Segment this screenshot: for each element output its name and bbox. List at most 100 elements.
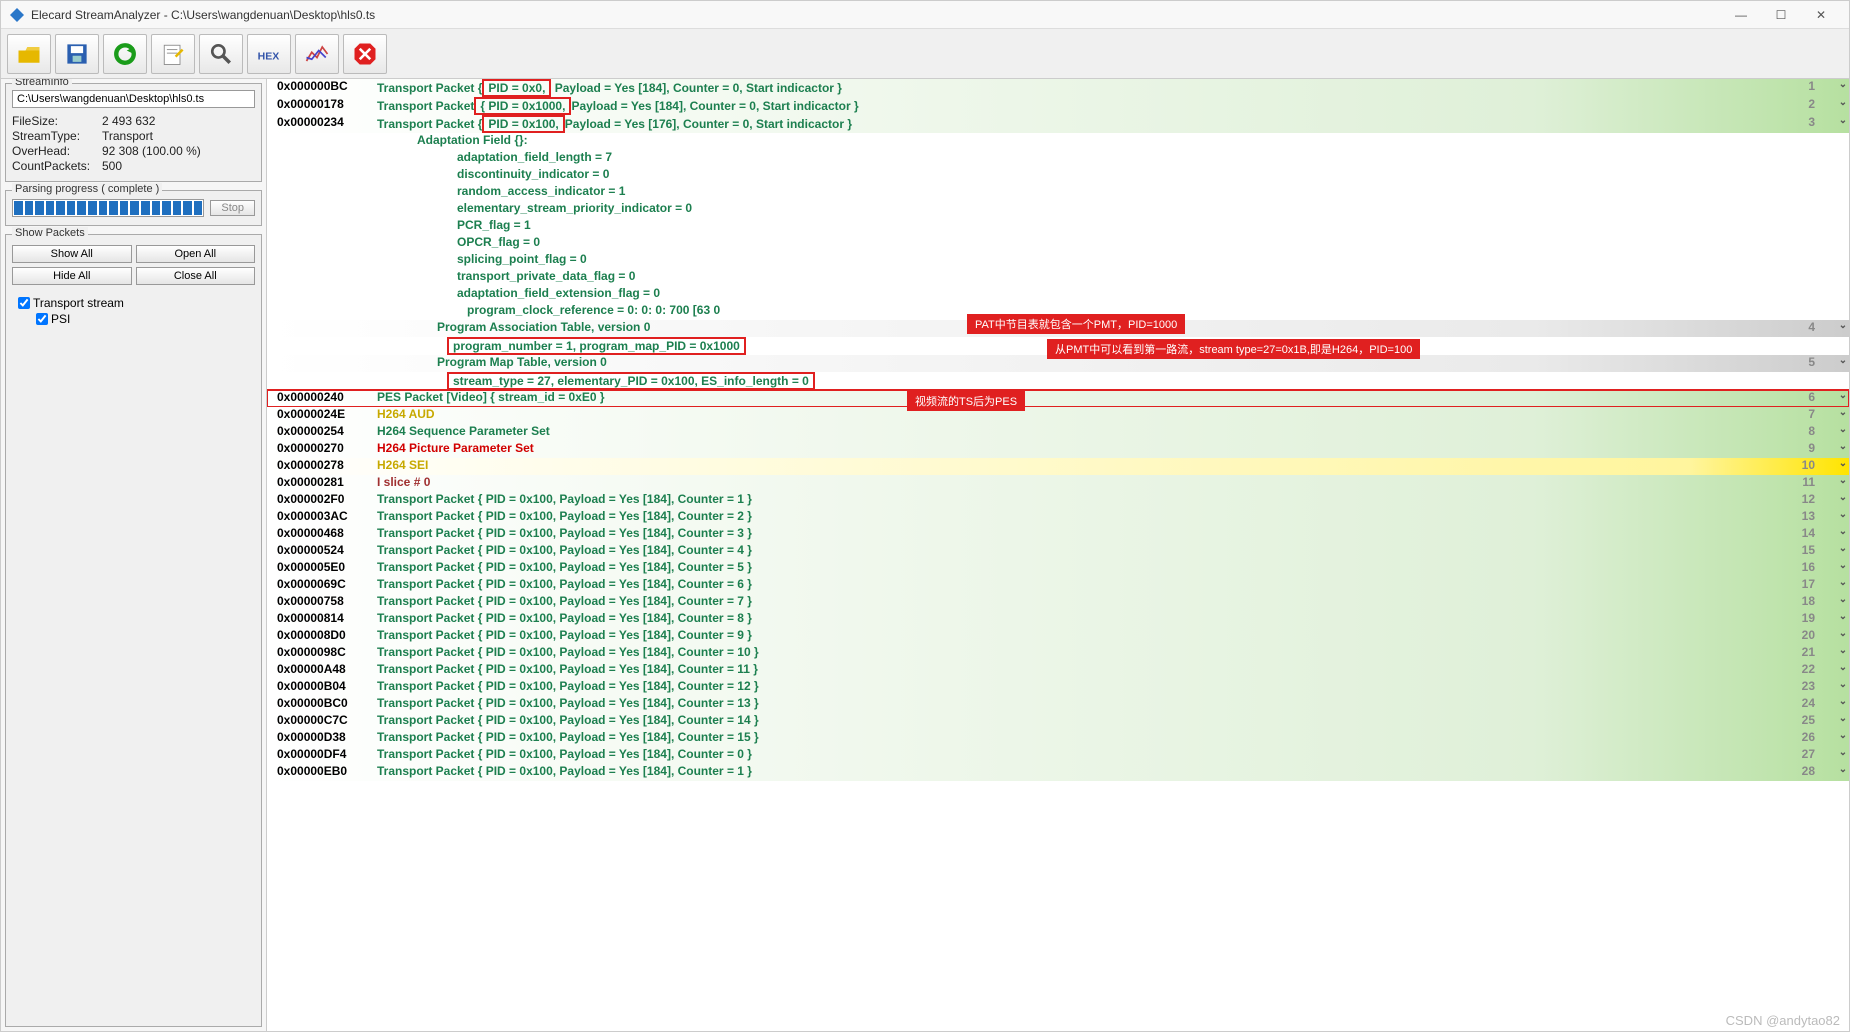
tree-psi[interactable]: PSI xyxy=(36,311,249,327)
packet-row[interactable]: 0x00000814Transport Packet { PID = 0x100… xyxy=(267,611,1849,628)
stream-path[interactable]: C:\Users\wangdenuan\Desktop\hls0.ts xyxy=(12,90,255,108)
close-button[interactable]: ✕ xyxy=(1801,5,1841,25)
packet-row[interactable]: 0x00000B04Transport Packet { PID = 0x100… xyxy=(267,679,1849,696)
packet-row[interactable]: 0x00000A48Transport Packet { PID = 0x100… xyxy=(267,662,1849,679)
expand-icon[interactable]: ⌄ xyxy=(1837,424,1849,435)
open-all-button[interactable]: Open All xyxy=(136,245,256,263)
expand-icon[interactable]: ⌄ xyxy=(1837,747,1849,758)
packet-row[interactable]: 0x00000758Transport Packet { PID = 0x100… xyxy=(267,594,1849,611)
expand-icon[interactable]: ⌄ xyxy=(1837,492,1849,503)
close-all-button[interactable]: Close All xyxy=(136,267,256,285)
packet-body: Transport Packet { PID = 0x100, Payload … xyxy=(377,611,1797,625)
packet-row[interactable]: 0x0000098CTransport Packet { PID = 0x100… xyxy=(267,645,1849,662)
expand-icon[interactable]: ⌄ xyxy=(1837,696,1849,707)
sidebar: StreamInfo C:\Users\wangdenuan\Desktop\h… xyxy=(1,79,267,1031)
row-num: 16 xyxy=(1797,560,1837,574)
minimize-button[interactable]: — xyxy=(1721,5,1761,25)
expand-icon[interactable]: ⌄ xyxy=(1837,764,1849,775)
expand-icon[interactable]: ⌄ xyxy=(1837,441,1849,452)
packet-row[interactable]: 0x00000240PES Packet [Video] { stream_id… xyxy=(267,390,1849,407)
expand-icon[interactable]: ⌄ xyxy=(1837,115,1849,126)
expand-icon[interactable]: ⌄ xyxy=(1837,645,1849,656)
packet-row[interactable]: 0x00000234Transport Packet { PID = 0x100… xyxy=(267,115,1849,133)
packet-body: H264 SEI xyxy=(377,458,1797,472)
expand-icon[interactable]: ⌄ xyxy=(1837,730,1849,741)
watermark: CSDN @andytao82 xyxy=(1726,1013,1840,1028)
show-all-button[interactable]: Show All xyxy=(12,245,132,263)
expand-icon[interactable]: ⌄ xyxy=(1837,594,1849,605)
packet-row[interactable]: 0x00000468Transport Packet { PID = 0x100… xyxy=(267,526,1849,543)
packet-list[interactable]: 0x000000BCTransport Packet { PID = 0x0, … xyxy=(267,79,1849,1031)
packet-row[interactable]: 0x000000BCTransport Packet { PID = 0x0, … xyxy=(267,79,1849,97)
progress-bar xyxy=(12,199,204,217)
reload-button[interactable] xyxy=(103,34,147,74)
packet-row[interactable]: 0x00000278H264 SEI10⌄ xyxy=(267,458,1849,475)
save-button[interactable] xyxy=(55,34,99,74)
expand-icon[interactable]: ⌄ xyxy=(1837,560,1849,571)
stream-info-grid: FileSize:2 493 632StreamType:TransportOv… xyxy=(12,114,255,173)
packet-addr: 0x00000814 xyxy=(267,611,377,625)
packet-addr: 0x00000281 xyxy=(267,475,377,489)
packet-row[interactable]: 0x00000281I slice # 011⌄ xyxy=(267,475,1849,492)
packet-row[interactable]: 0x0000024EH264 AUD7⌄ xyxy=(267,407,1849,424)
packet-row[interactable]: 0x00000270H264 Picture Parameter Set9⌄ xyxy=(267,441,1849,458)
packet-row[interactable]: 0x00000524Transport Packet { PID = 0x100… xyxy=(267,543,1849,560)
expand-icon[interactable]: ⌄ xyxy=(1837,320,1849,331)
packet-row[interactable]: 0x00000254H264 Sequence Parameter Set8⌄ xyxy=(267,424,1849,441)
packet-body: Transport Packet { PID = 0x100, Payload … xyxy=(377,577,1797,591)
info-value: Transport xyxy=(102,129,255,143)
packet-row[interactable]: 0x0000069CTransport Packet { PID = 0x100… xyxy=(267,577,1849,594)
packet-row[interactable]: 0x000002F0Transport Packet { PID = 0x100… xyxy=(267,492,1849,509)
psi-checkbox[interactable] xyxy=(36,313,48,325)
packet-addr: 0x00000468 xyxy=(267,526,377,540)
hide-all-button[interactable]: Hide All xyxy=(12,267,132,285)
pmt-line: stream_type = 27, elementary_PID = 0x100… xyxy=(267,372,1849,390)
search-button[interactable] xyxy=(199,34,243,74)
maximize-button[interactable]: ☐ xyxy=(1761,5,1801,25)
packet-body: Transport Packet { PID = 0x100, Payload … xyxy=(377,526,1797,540)
packet-body: Transport Packet { PID = 0x100, Payload … xyxy=(377,747,1797,761)
expand-icon[interactable]: ⌄ xyxy=(1837,679,1849,690)
expand-icon[interactable]: ⌄ xyxy=(1837,458,1849,469)
packet-row[interactable]: 0x000005E0Transport Packet { PID = 0x100… xyxy=(267,560,1849,577)
hex-button[interactable]: HEX xyxy=(247,34,291,74)
expand-icon[interactable]: ⌄ xyxy=(1837,611,1849,622)
packet-body: Transport Packet { PID = 0x100, Payload … xyxy=(377,509,1797,523)
packet-row[interactable]: 0x000003ACTransport Packet { PID = 0x100… xyxy=(267,509,1849,526)
expand-icon[interactable]: ⌄ xyxy=(1837,407,1849,418)
packet-addr: 0x00000278 xyxy=(267,458,377,472)
expand-icon[interactable]: ⌄ xyxy=(1837,526,1849,537)
chart-button[interactable] xyxy=(295,34,339,74)
expand-icon[interactable]: ⌄ xyxy=(1837,509,1849,520)
expand-icon[interactable]: ⌄ xyxy=(1837,543,1849,554)
ts-checkbox[interactable] xyxy=(18,297,30,309)
edit-button[interactable] xyxy=(151,34,195,74)
row-num: 25 xyxy=(1797,713,1837,727)
expand-icon[interactable]: ⌄ xyxy=(1837,577,1849,588)
packet-row[interactable]: 0x00000178Transport Packet { PID = 0x100… xyxy=(267,97,1849,115)
stop-button[interactable] xyxy=(343,34,387,74)
progress-stop-button[interactable]: Stop xyxy=(210,200,255,216)
expand-icon[interactable]: ⌄ xyxy=(1837,97,1849,108)
packet-row[interactable]: 0x00000D38Transport Packet { PID = 0x100… xyxy=(267,730,1849,747)
adapt-line: Adaptation Field {}: xyxy=(267,133,1849,150)
expand-icon[interactable]: ⌄ xyxy=(1837,628,1849,639)
adapt-line: random_access_indicator = 1 xyxy=(267,184,1849,201)
row-num: 4 xyxy=(1797,320,1837,334)
tree-transport-stream[interactable]: Transport stream xyxy=(18,295,249,311)
packet-row[interactable]: 0x00000EB0Transport Packet { PID = 0x100… xyxy=(267,764,1849,781)
open-file-button[interactable] xyxy=(7,34,51,74)
packet-row[interactable]: 0x00000DF4Transport Packet { PID = 0x100… xyxy=(267,747,1849,764)
expand-icon[interactable]: ⌄ xyxy=(1837,475,1849,486)
callout: 从PMT中可以看到第一路流，stream type=27=0x1B,即是H264… xyxy=(1047,339,1420,359)
expand-icon[interactable]: ⌄ xyxy=(1837,355,1849,366)
expand-icon[interactable]: ⌄ xyxy=(1837,662,1849,673)
packet-row[interactable]: 0x00000C7CTransport Packet { PID = 0x100… xyxy=(267,713,1849,730)
expand-icon[interactable]: ⌄ xyxy=(1837,390,1849,401)
expand-icon[interactable]: ⌄ xyxy=(1837,713,1849,724)
packet-row[interactable]: 0x00000BC0Transport Packet { PID = 0x100… xyxy=(267,696,1849,713)
expand-icon[interactable]: ⌄ xyxy=(1837,79,1849,90)
packet-row[interactable]: 0x000008D0Transport Packet { PID = 0x100… xyxy=(267,628,1849,645)
row-num: 26 xyxy=(1797,730,1837,744)
row-num: 5 xyxy=(1797,355,1837,369)
